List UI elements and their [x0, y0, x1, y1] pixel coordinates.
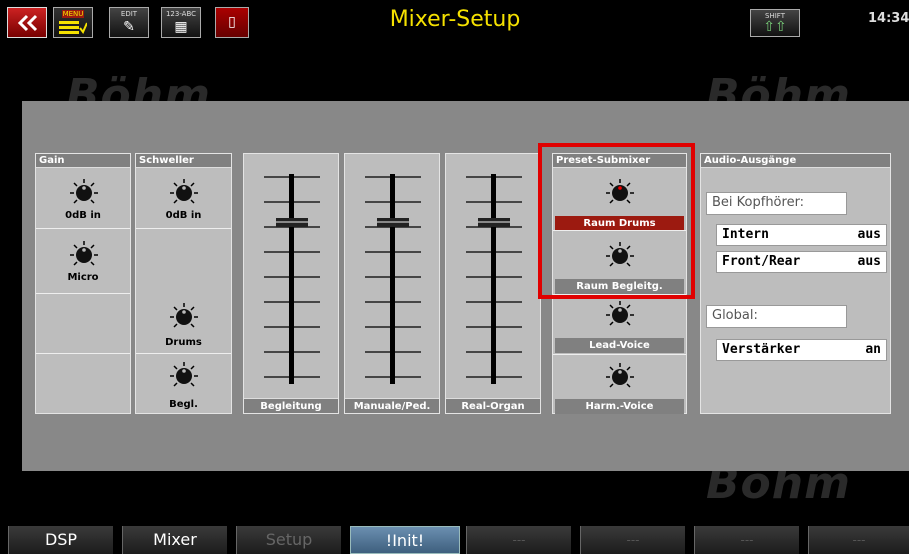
softkey-empty[interactable]: ---: [808, 526, 909, 554]
verstaerker-name: Verstärker: [722, 342, 801, 357]
audio-outputs-group: Audio-Ausgänge Bei Kopfhörer: Intern aus…: [700, 153, 891, 414]
clock: 14:34: [868, 11, 909, 26]
fader-real-organ[interactable]: Real-Organ: [445, 153, 541, 414]
softkey-bar: DSP Mixer Setup !Init! --- --- --- ---: [0, 526, 909, 554]
headphone-label: Bei Kopfhörer:: [706, 192, 847, 215]
gain-knob-cell[interactable]: 0dB in: [36, 168, 130, 228]
menu-list-icon: [59, 21, 87, 34]
knob-icon: [170, 303, 198, 328]
lead-voice-cell[interactable]: Lead-Voice: [553, 294, 686, 354]
fader-scale-icon: [365, 174, 421, 384]
fader-label: Begleitung: [244, 398, 338, 413]
back-button[interactable]: [7, 7, 47, 38]
softkey-setup[interactable]: Setup: [236, 526, 341, 554]
intern-value: aus: [857, 227, 881, 242]
fader-scale-icon: [466, 174, 522, 384]
menu-button[interactable]: MENU: [53, 7, 93, 38]
knob-icon: [170, 179, 198, 204]
selection-highlight: [538, 143, 695, 299]
softkey-empty[interactable]: ---: [580, 526, 685, 554]
wrench-icon: ✎: [123, 19, 135, 35]
edit-button-label: EDIT: [120, 10, 138, 18]
begl-knob-cell[interactable]: Begl.: [136, 353, 231, 414]
page-title: Mixer-Setup: [389, 7, 521, 32]
verstaerker-value: an: [865, 342, 881, 357]
number-letter-button[interactable]: 123-ABC ▦: [161, 7, 201, 38]
empty-cell: [36, 353, 130, 414]
front-rear-name: Front/Rear: [722, 254, 801, 269]
fader-manuale[interactable]: Manuale/Ped.: [344, 153, 440, 414]
harm-voice-cell[interactable]: Harm.-Voice: [553, 354, 686, 414]
front-rear-value: aus: [857, 254, 881, 269]
menu-button-label: MENU: [61, 10, 85, 18]
fader-scale-icon: [264, 174, 320, 384]
lead-voice-label: Lead-Voice: [555, 338, 684, 353]
gain-group: Gain 0dB in Micro: [35, 153, 131, 414]
harm-voice-label: Harm.-Voice: [555, 399, 684, 414]
knob-icon: [606, 301, 634, 326]
micro-knob-cell[interactable]: Micro: [36, 228, 130, 293]
shift-button[interactable]: SHIFT ⇧⇧: [750, 9, 800, 37]
shift-arrows-icon: ⇧⇧: [763, 19, 787, 35]
schweller-knob-label: 0dB in: [165, 210, 202, 221]
begl-knob-label: Begl.: [169, 399, 198, 410]
verstaerker-row[interactable]: Verstärker an: [716, 339, 887, 361]
front-rear-row[interactable]: Front/Rear aus: [716, 251, 887, 273]
schweller-group: Schweller 0dB in Drums Begl.: [135, 153, 232, 414]
softkey-dsp[interactable]: DSP: [8, 526, 113, 554]
intern-row[interactable]: Intern aus: [716, 224, 887, 246]
softkey-mixer[interactable]: Mixer: [122, 526, 227, 554]
fader-label: Manuale/Ped.: [345, 398, 439, 413]
top-bar: MENU EDIT ✎ 123-ABC ▦ ▯ Mixer-Setup SHIF…: [0, 0, 909, 45]
fader-label: Real-Organ: [446, 398, 540, 413]
micro-knob-label: Micro: [67, 272, 99, 283]
keypad-icon: ▦: [174, 19, 188, 35]
number-letter-button-label: 123-ABC: [165, 10, 197, 18]
knob-icon: [606, 363, 634, 388]
audio-outputs-header: Audio-Ausgänge: [701, 154, 890, 168]
schweller-header: Schweller: [136, 154, 231, 168]
gain-header: Gain: [36, 154, 130, 168]
drums-knob-label: Drums: [165, 337, 202, 348]
softkey-empty[interactable]: ---: [694, 526, 799, 554]
double-chevron-left-icon: [17, 14, 38, 32]
intern-name: Intern: [722, 227, 769, 242]
trash-icon: ▯: [228, 14, 236, 30]
fader-begleitung[interactable]: Begleitung: [243, 153, 339, 414]
softkey-empty[interactable]: ---: [466, 526, 571, 554]
schweller-knob-cell[interactable]: 0dB in: [136, 168, 231, 228]
knob-icon: [70, 241, 98, 266]
drums-knob-cell[interactable]: Drums: [136, 298, 231, 353]
empty-cell: [36, 293, 130, 353]
gain-knob-label: 0dB in: [65, 210, 101, 221]
global-label: Global:: [706, 305, 847, 328]
delete-button[interactable]: ▯: [215, 7, 249, 38]
softkey-init[interactable]: !Init!: [350, 526, 460, 554]
edit-button[interactable]: EDIT ✎: [109, 7, 149, 38]
knob-icon: [170, 362, 198, 387]
knob-icon: [70, 179, 98, 204]
